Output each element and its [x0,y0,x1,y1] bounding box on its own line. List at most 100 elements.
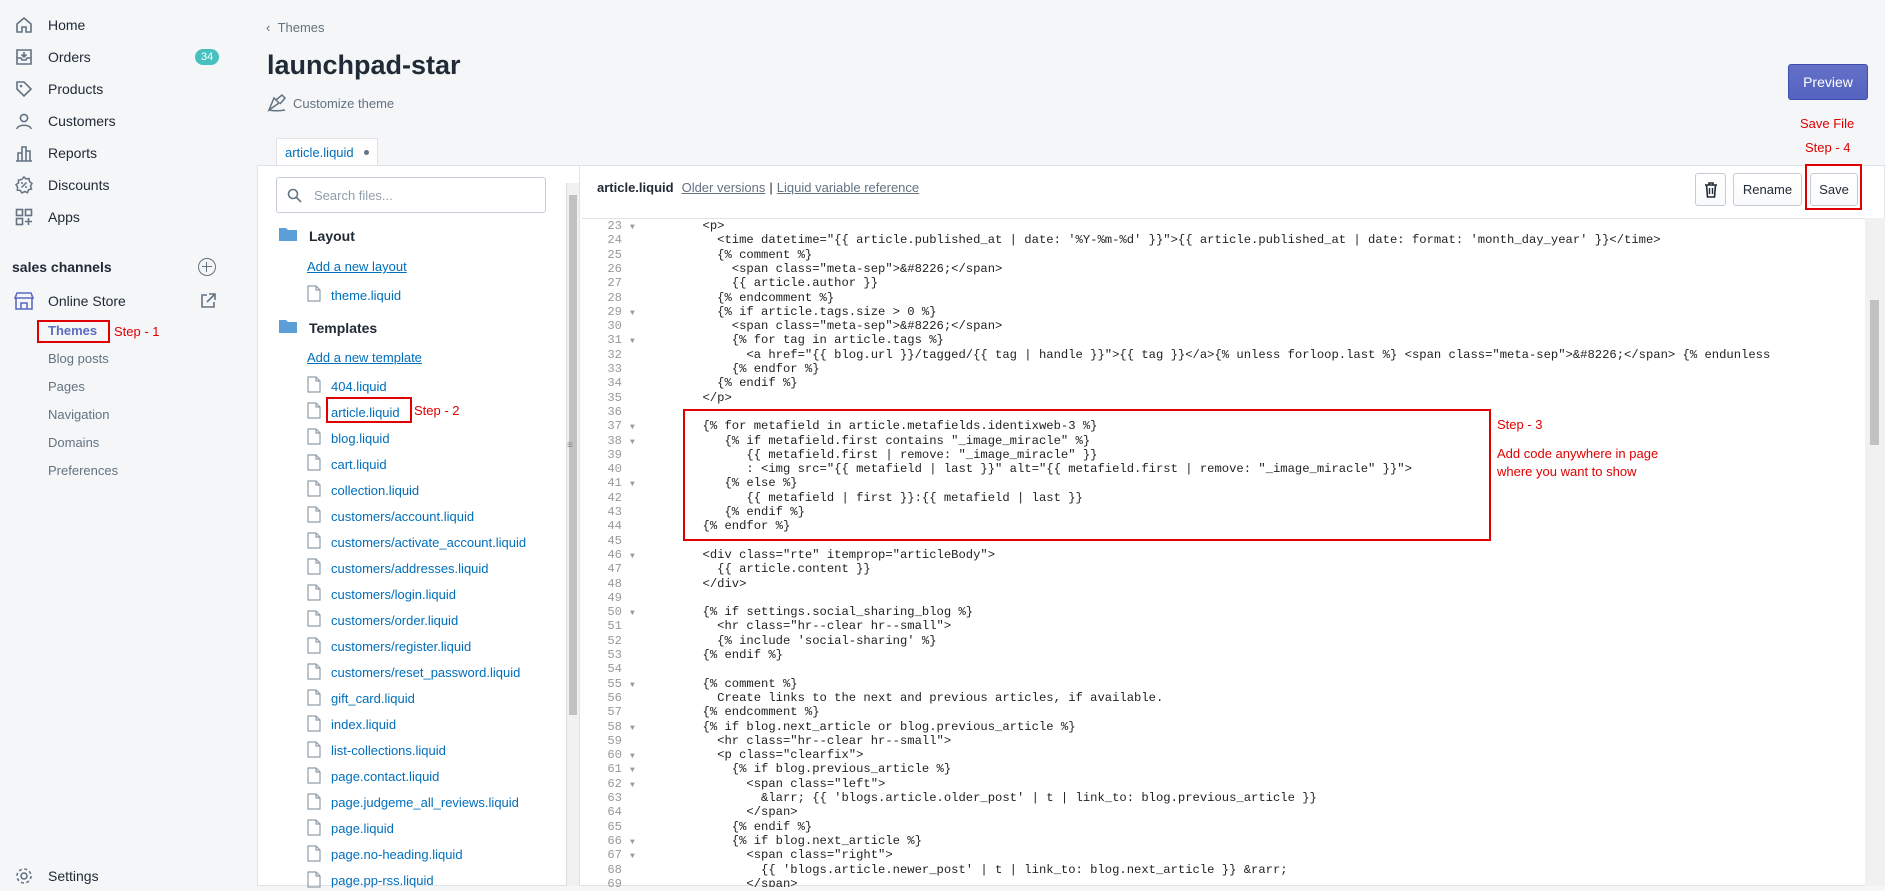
breadcrumb-themes[interactable]: ‹ Themes [266,20,325,35]
file-item[interactable]: page.pp-rss.liquid [307,871,434,891]
nav-customers[interactable]: Customers [12,106,222,136]
external-link-icon[interactable] [199,292,217,315]
nav-apps[interactable]: Apps [12,202,222,232]
nav-orders[interactable]: Orders [12,42,222,72]
code-text: {% endcomment %} [644,290,835,305]
file-item[interactable]: 404.liquid [307,376,387,396]
folder-icon [279,319,297,336]
file-item[interactable]: customers/account.liquid [307,506,474,526]
preview-button[interactable]: Preview [1788,64,1868,100]
file-item[interactable]: page.judgeme_all_reviews.liquid [307,793,519,813]
code-text: {% include 'social-sharing' %} [644,633,937,648]
file-icon [307,558,321,578]
line-number: 29 [607,304,622,319]
file-item[interactable]: collection.liquid [307,480,419,500]
tab-article-liquid[interactable]: article.liquid [276,138,378,166]
file-icon [307,506,321,526]
nav-online-store[interactable]: Online Store [12,286,222,316]
code-line: 25 {% comment %} [582,248,812,262]
file-item[interactable]: customers/login.liquid [307,584,456,604]
file-item[interactable]: customers/register.liquid [307,636,471,657]
add-channel-icon[interactable] [198,258,216,276]
code-line: 45 [582,534,644,548]
file-label: theme.liquid [331,287,402,303]
line-number: 66 [607,833,622,848]
file-item[interactable]: customers/reset_password.liquid [307,662,520,683]
code-text: &larr; {{ 'blogs.article.older_post' | t… [644,791,1317,805]
nav-reports[interactable]: Reports [12,138,222,168]
step3-note-line2: where you want to show [1497,464,1637,479]
code-text: <span class="left"> [644,776,886,791]
variable-reference-link[interactable]: Liquid variable reference [777,180,919,195]
nav-navigation[interactable]: Navigation [48,407,109,422]
customize-theme-link[interactable]: Customize theme [267,94,394,112]
file-item[interactable]: page.no-heading.liquid [307,845,463,865]
file-list-scrollbar[interactable] [566,183,579,886]
code-line: 55 ▼ {% comment %} [582,676,798,691]
nav-domains[interactable]: Domains [48,435,99,450]
folder-label: Layout [309,227,355,244]
add-template-link[interactable]: Add a new template [307,350,422,365]
file-item[interactable]: list-collections.liquid [307,741,446,761]
code-text: {{ 'blogs.article.newer_post' | t | link… [644,862,1288,877]
file-item[interactable]: customers/addresses.liquid [307,558,489,578]
code-line: 47 {{ article.content }} [582,562,870,576]
panel-resize-handle[interactable]: ≡ [567,440,573,451]
bar-chart-icon [12,141,36,165]
code-text: {{ article.author }} [644,276,879,291]
file-item[interactable]: customers/activate_account.liquid [307,532,526,552]
scrollbar-thumb[interactable] [1870,300,1879,445]
code-line: 54 [582,662,644,676]
file-item[interactable]: customers/order.liquid [307,610,458,630]
code-line: 30 <span class="meta-sep">&#8226;</span> [582,319,1002,333]
nav-preferences[interactable]: Preferences [48,463,118,478]
line-number: 45 [607,533,622,548]
code-line: 63 &larr; {{ 'blogs.article.older_post' … [582,791,1317,805]
older-versions-link[interactable]: Older versions [682,180,766,195]
step1-highlight-box [37,320,110,343]
search-files-input[interactable] [312,186,536,204]
folder-templates[interactable]: Templates [279,319,377,336]
file-item[interactable]: index.liquid [307,715,396,735]
left-navigation: Home Orders 34 Products Customers Report… [0,0,258,886]
code-line: 32 <a href="{{ blog.url }}/tagged/{{ tag… [582,348,1770,362]
nav-settings[interactable]: Settings [12,861,222,891]
file-item[interactable]: gift_card.liquid [307,688,415,709]
code-text: <p> [644,219,725,233]
nav-label: Apps [48,209,80,225]
code-text: {% comment %} [644,676,798,691]
code-area[interactable]: 23 ▼ <p> 24 <time datetime="{{ article.pub… [582,218,1865,887]
search-files-box[interactable] [276,177,546,213]
nav-products[interactable]: Products [12,74,222,104]
nav-home[interactable]: Home [12,10,222,40]
file-label: page.pp-rss.liquid [331,873,434,889]
file-item[interactable]: page.contact.liquid [307,767,439,787]
add-layout-link[interactable]: Add a new layout [307,259,407,274]
nav-pages[interactable]: Pages [48,379,85,394]
rename-button[interactable]: Rename [1733,173,1802,206]
line-number: 24 [607,233,622,248]
step1-label: Step - 1 [114,324,160,339]
line-number: 41 [607,476,622,491]
folder-icon [279,227,297,244]
line-number: 51 [607,619,622,634]
delete-button[interactable] [1695,173,1726,206]
code-scrollbar[interactable] [1865,218,1885,886]
file-item[interactable]: page.liquid [307,819,394,839]
file-item[interactable]: theme.liquid [307,285,401,305]
file-icon [307,584,321,604]
code-line: 67 ▼ <span class="right"> [582,848,892,862]
file-label: page.no-heading.liquid [331,847,463,863]
file-label: customers/addresses.liquid [331,560,489,576]
step2-highlight-box [326,397,412,423]
scrollbar-thumb[interactable] [569,195,577,715]
breadcrumb-label: Themes [277,20,325,35]
save-file-label: Save File [1800,116,1855,131]
file-item[interactable]: blog.liquid [307,428,390,448]
header-separator: | [769,180,773,195]
nav-blog-posts[interactable]: Blog posts [48,351,109,366]
code-text: </div> [644,576,747,591]
folder-layout[interactable]: Layout [279,227,355,244]
nav-discounts[interactable]: Discounts [12,170,222,200]
file-item[interactable]: cart.liquid [307,454,387,474]
